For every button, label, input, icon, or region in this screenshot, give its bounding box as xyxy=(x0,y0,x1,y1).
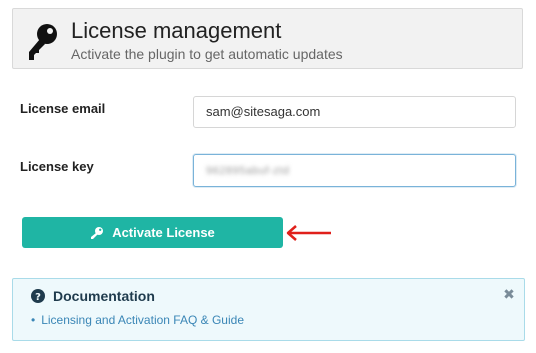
license-email-field[interactable]: sam@sitesaga.com xyxy=(193,96,516,128)
page-title: License management xyxy=(71,18,282,43)
documentation-title: Documentation xyxy=(53,288,155,304)
license-key-label: License key xyxy=(20,159,94,174)
activate-license-button[interactable]: Activate License xyxy=(22,217,283,248)
documentation-links: • Licensing and Activation FAQ & Guide xyxy=(31,313,244,327)
key-icon xyxy=(91,226,104,239)
arrow-annotation-icon xyxy=(286,225,331,241)
close-icon[interactable]: ✖ xyxy=(502,287,516,301)
activate-license-label: Activate License xyxy=(112,225,215,240)
page-subtitle: Activate the plugin to get automatic upd… xyxy=(71,46,343,62)
license-header-panel: License management Activate the plugin t… xyxy=(12,8,523,69)
faq-guide-link[interactable]: Licensing and Activation FAQ & Guide xyxy=(41,313,244,327)
key-icon xyxy=(29,24,57,60)
license-key-field[interactable]: 962895abuf-ztd xyxy=(193,154,516,187)
bullet-icon: • xyxy=(31,313,36,327)
question-circle-icon: ? xyxy=(31,289,45,303)
svg-text:?: ? xyxy=(35,292,41,303)
documentation-panel: ? Documentation ✖ • Licensing and Activa… xyxy=(12,278,525,341)
list-item: • Licensing and Activation FAQ & Guide xyxy=(31,313,244,327)
license-email-label: License email xyxy=(20,101,106,116)
license-key-value: 962895abuf-ztd xyxy=(206,165,290,177)
